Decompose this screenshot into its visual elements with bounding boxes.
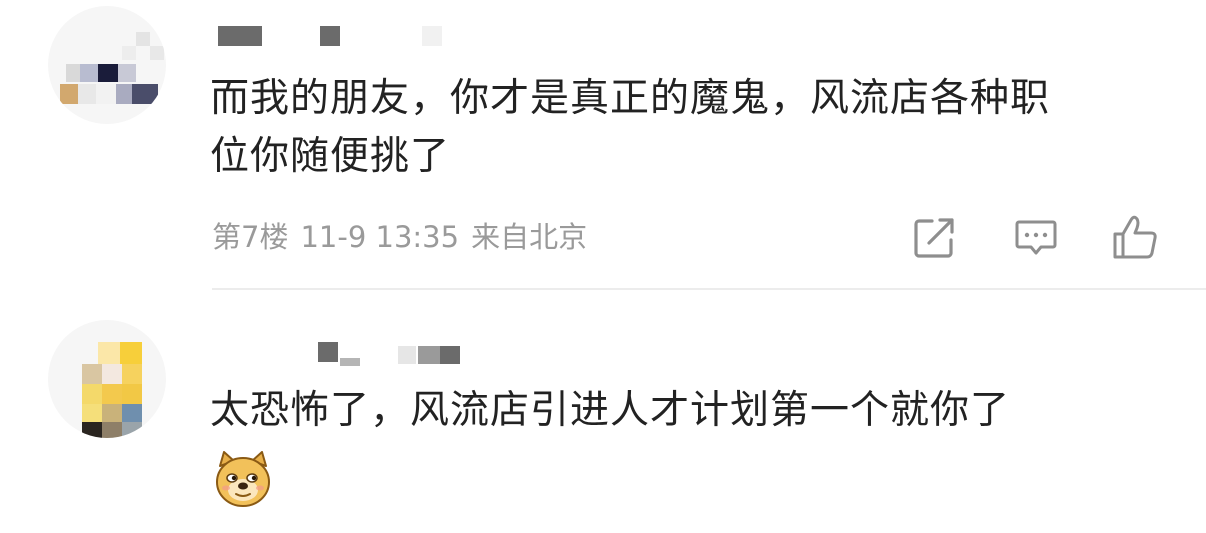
comment-meta: 第7楼 11-9 13:35 来自北京 bbox=[212, 214, 599, 256]
username[interactable] bbox=[318, 342, 478, 366]
comment-item: 而我的朋友，你才是真正的魔鬼，风流店各种职 位你随便挑了 第7楼 11-9 13:… bbox=[0, 0, 1206, 290]
like-button[interactable] bbox=[1110, 212, 1160, 262]
reply-button[interactable] bbox=[1011, 212, 1061, 262]
avatar[interactable] bbox=[48, 6, 166, 124]
comment-text: 而我的朋友，你才是真正的魔鬼，风流店各种职 位你随便挑了 bbox=[210, 70, 1170, 186]
avatar[interactable] bbox=[48, 320, 166, 438]
doge-emoji-icon bbox=[212, 448, 274, 510]
comment-time: 11-9 13:35 bbox=[300, 220, 460, 254]
comment-text: 太恐怖了，风流店引进人才计划第一个就你了 bbox=[210, 382, 1170, 440]
comment-text-line: 太恐怖了，风流店引进人才计划第一个就你了 bbox=[210, 388, 1011, 433]
share-button[interactable] bbox=[910, 212, 960, 262]
comment-text-line: 位你随便挑了 bbox=[210, 134, 451, 179]
username[interactable] bbox=[218, 22, 458, 46]
comment-location: 来自北京 bbox=[471, 220, 588, 254]
comment-list: 而我的朋友，你才是真正的魔鬼，风流店各种职 位你随便挑了 第7楼 11-9 13:… bbox=[0, 0, 1206, 533]
thumbs-up-icon bbox=[1113, 215, 1157, 259]
comment-item: 太恐怖了，风流店引进人才计划第一个就你了 bbox=[0, 290, 1206, 533]
comment-text-line: 而我的朋友，你才是真正的魔鬼，风流店各种职 bbox=[210, 76, 1051, 121]
share-icon bbox=[914, 218, 954, 258]
floor-number: 第7楼 bbox=[212, 220, 289, 254]
comment-icon bbox=[1015, 220, 1057, 255]
